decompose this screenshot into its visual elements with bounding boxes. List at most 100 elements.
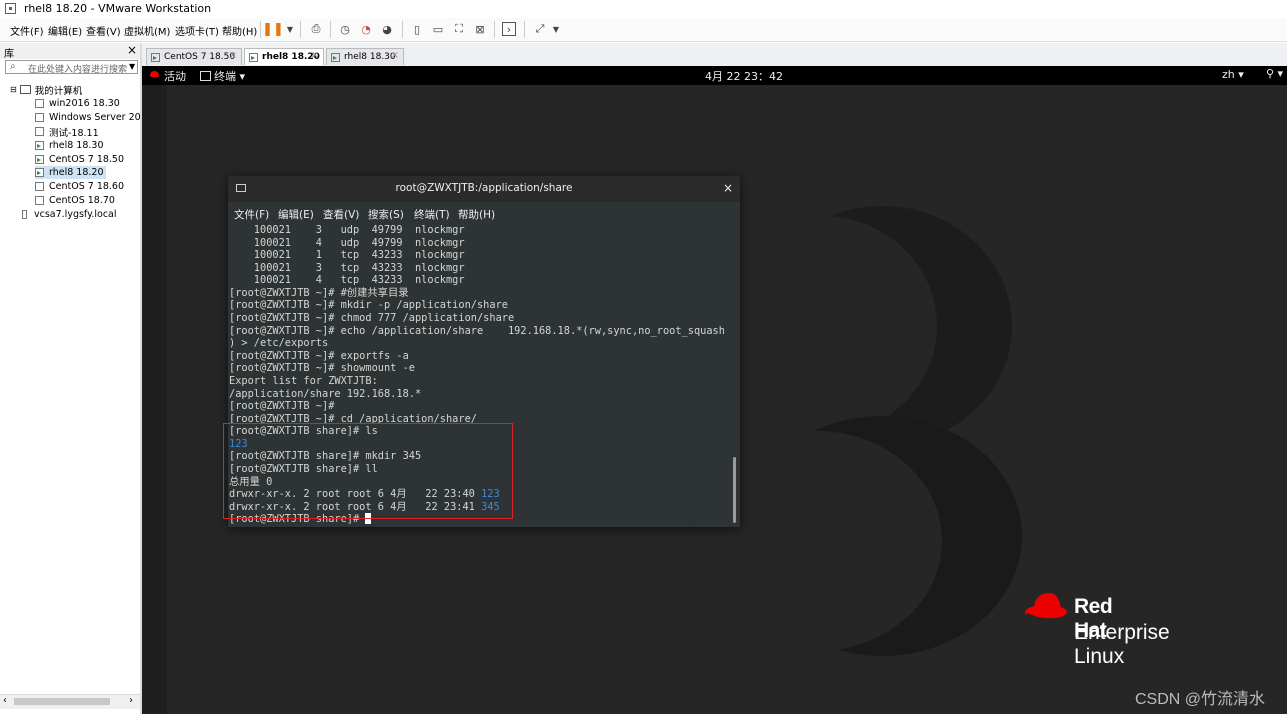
library-hscrollbar[interactable]: ‹ › xyxy=(0,694,140,709)
tab-label: CentOS 7 18.50 xyxy=(164,52,236,62)
vm-icon xyxy=(35,196,44,205)
tree-item-vm[interactable]: rhel8 18.30 xyxy=(35,139,104,152)
scroll-thumb[interactable] xyxy=(14,698,110,705)
pause-dropdown-icon[interactable]: ▼ xyxy=(283,22,297,36)
terminal-menu-help[interactable]: 帮助(H) xyxy=(458,207,495,222)
terminal-line: [root@ZWXTJTB ~]# mkdir -p /application/… xyxy=(229,299,508,312)
guest-display[interactable]: 活动 终端 ▾ 4月 22 23：42 zh ▾ ⚲ ▾ root@ZWXTJT… xyxy=(142,66,1287,714)
terminal-line: [root@ZWXTJTB ~]# exportfs -a xyxy=(229,349,409,362)
network-icon[interactable]: ⚲ ▾ xyxy=(1266,67,1283,80)
terminal-scrollbar[interactable] xyxy=(733,457,736,523)
tree-item-label: CentOS 18.70 xyxy=(49,195,115,206)
gnome-top-bar: 活动 终端 ▾ 4月 22 23：42 zh ▾ ⚲ ▾ xyxy=(142,66,1287,85)
tree-item-vm[interactable]: CentOS 18.70 xyxy=(35,194,115,207)
console-view-icon[interactable]: › xyxy=(502,22,516,36)
collapse-icon[interactable]: ⊟ xyxy=(10,85,17,94)
tree-item-vm[interactable]: win2016 18.30 xyxy=(35,97,120,110)
library-close-icon[interactable]: × xyxy=(127,43,137,57)
tab-rhel8-1820[interactable]: rhel8 18.20 × xyxy=(244,48,324,65)
tree-item-remote-server[interactable]: vcsa7.lygsfy.local xyxy=(22,208,117,221)
tree-item-vm[interactable]: 测试-18.11 xyxy=(35,125,99,139)
activities-button[interactable]: 活动 xyxy=(164,68,186,84)
terminal-line: [root@ZWXTJTB ~]# #创建共享目录 xyxy=(229,286,409,299)
close-icon[interactable]: × xyxy=(723,181,733,195)
vmware-app-icon xyxy=(5,3,16,14)
menu-edit[interactable]: 编辑(E) xyxy=(48,23,82,38)
menu-file[interactable]: 文件(F) xyxy=(10,23,44,38)
tree-item-label: vcsa7.lygsfy.local xyxy=(34,209,117,220)
stretch-guest-icon[interactable]: ⤢ xyxy=(533,22,547,36)
terminal-line: [root@ZWXTJTB ~]# echo /application/shar… xyxy=(229,324,725,337)
tree-item-vm[interactable]: CentOS 7 18.60 xyxy=(35,180,124,193)
toolbar-separator xyxy=(494,21,495,38)
vm-running-icon xyxy=(35,155,44,164)
snapshot-manager-icon[interactable]: ◕ xyxy=(380,22,394,36)
terminal-line: 100021 3 tcp 43233 nlockmgr xyxy=(229,261,465,274)
tree-item-vm[interactable]: Windows Server 2016 xyxy=(35,111,153,124)
vm-running-icon xyxy=(35,168,44,177)
tree-item-label: rhel8 18.20 xyxy=(49,167,104,178)
tree-item-label: win2016 18.30 xyxy=(49,98,120,109)
terminal-menu-view[interactable]: 查看(V) xyxy=(323,207,359,222)
search-icon: ⌕ xyxy=(10,61,16,72)
fullscreen-icon[interactable]: ⛶ xyxy=(452,22,466,36)
toolbar-separator xyxy=(330,21,331,38)
tab-rhel8-1830[interactable]: rhel8 18.30 × xyxy=(326,48,404,65)
input-method-menu[interactable]: zh ▾ xyxy=(1222,68,1244,81)
terminal-icon xyxy=(200,71,211,81)
enterprise-linux-wordmark: Enterprise Linux xyxy=(1074,621,1170,668)
pause-icon[interactable]: ❚❚ xyxy=(262,22,284,37)
menu-help[interactable]: 帮助(H) xyxy=(222,23,257,38)
scroll-right-icon[interactable]: › xyxy=(129,695,133,706)
menubar: 文件(F) 编辑(E) 查看(V) 虚拟机(M) 选项卡(T) 帮助(H) ❚❚… xyxy=(0,18,1287,42)
terminal-title: root@ZWXTJTB:/application/share xyxy=(395,182,573,194)
terminal-line: /application/share 192.168.18.* xyxy=(229,387,422,400)
clock[interactable]: 4月 22 23：42 xyxy=(705,68,783,84)
redhat-hat-icon xyxy=(150,71,159,77)
tree-root-my-computer[interactable]: ⊟ 我的计算机 xyxy=(10,83,83,97)
tree-root-label: 我的计算机 xyxy=(34,85,83,97)
toolbar-separator xyxy=(260,21,261,38)
vm-running-icon xyxy=(151,52,160,62)
terminal-app-label: 终端 ▾ xyxy=(214,70,246,83)
tree-item-vm[interactable]: CentOS 7 18.50 xyxy=(35,153,124,166)
vm-tab-strip: CentOS 7 18.50 × rhel8 18.20 × rhel8 18.… xyxy=(142,43,1287,66)
thumbnail-bar-icon[interactable]: ▭ xyxy=(431,22,445,36)
menu-vm[interactable]: 虚拟机(M) xyxy=(124,23,170,38)
annotation-highlight-box xyxy=(223,423,513,519)
window-title: rhel8 18.20 - VMware Workstation xyxy=(24,2,212,15)
stretch-dropdown-icon[interactable]: ▼ xyxy=(549,22,563,36)
terminal-menu-edit[interactable]: 编辑(E) xyxy=(278,207,314,222)
toolbar-separator xyxy=(524,21,525,38)
csdn-watermark: CSDN @竹流清水 xyxy=(1135,691,1266,708)
terminal-menu-terminal[interactable]: 终端(T) xyxy=(414,207,450,222)
terminal-menu-file[interactable]: 文件(F) xyxy=(234,207,269,222)
terminal-menu-search[interactable]: 搜索(S) xyxy=(368,207,404,222)
library-search-input[interactable]: ⌕ 在此处键入内容进行搜索 ▼ xyxy=(5,60,138,75)
menu-tabs[interactable]: 选项卡(T) xyxy=(175,23,219,38)
tree-item-label: CentOS 7 18.60 xyxy=(49,181,125,192)
scroll-left-icon[interactable]: ‹ xyxy=(3,695,7,706)
library-tree: ⊟ 我的计算机 win2016 18.30 Windows Server 201… xyxy=(0,80,153,694)
terminal-app-menu[interactable]: 终端 ▾ xyxy=(200,68,245,84)
terminal-line: Export list for ZWXTJTB: xyxy=(229,374,378,387)
search-dropdown-icon[interactable]: ▼ xyxy=(129,62,135,71)
server-icon xyxy=(22,210,27,219)
menu-view[interactable]: 查看(V) xyxy=(86,23,121,38)
send-keys-icon[interactable]: ⎙ xyxy=(309,22,323,36)
revert-snapshot-icon[interactable]: ◔ xyxy=(359,22,373,36)
terminal-line: 100021 4 udp 49799 nlockmgr xyxy=(229,236,465,249)
tab-close-icon[interactable]: × xyxy=(311,50,319,61)
unity-icon[interactable]: ⊠ xyxy=(473,22,487,36)
tab-close-icon[interactable]: × xyxy=(391,50,399,61)
terminal-titlebar[interactable]: root@ZWXTJTB:/application/share × xyxy=(228,176,740,202)
tab-centos7-1850[interactable]: CentOS 7 18.50 × xyxy=(146,48,242,65)
desktop-edge xyxy=(142,85,167,714)
vm-icon xyxy=(35,99,44,108)
terminal-line: [root@ZWXTJTB ~]# showmount -e xyxy=(229,362,415,375)
tree-item-vm-selected[interactable]: rhel8 18.20 xyxy=(35,166,106,179)
tree-item-label: 测试-18.11 xyxy=(49,127,99,139)
show-library-icon[interactable]: ▯ xyxy=(410,22,424,36)
tab-close-icon[interactable]: × xyxy=(229,50,237,61)
snapshot-icon[interactable]: ◷ xyxy=(338,22,352,36)
